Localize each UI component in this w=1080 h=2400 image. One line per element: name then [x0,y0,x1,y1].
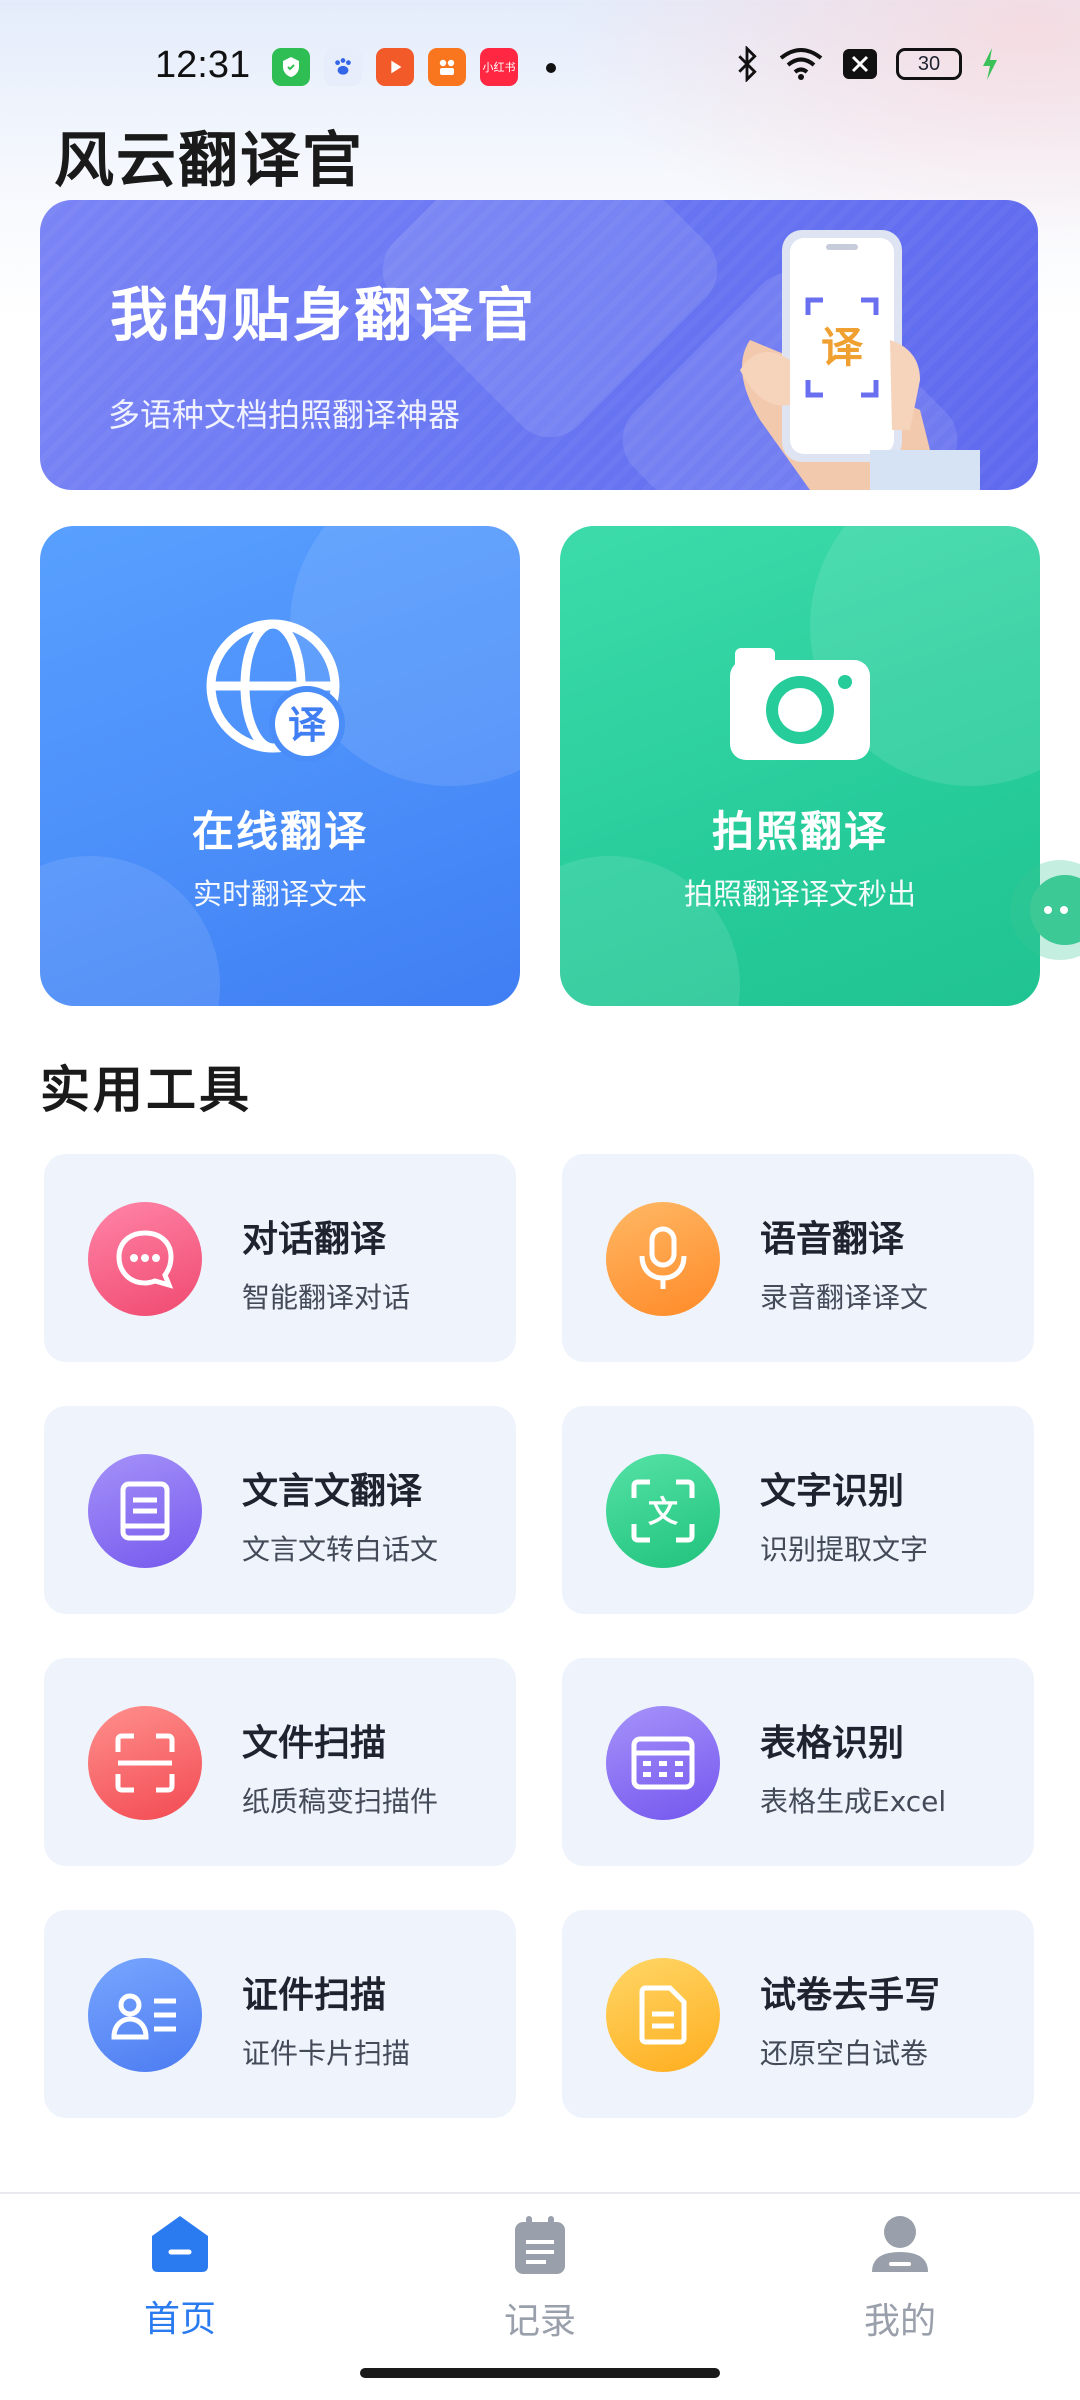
phone-hand-illustration: 译 [740,230,980,490]
nav-item-home[interactable]: 首页 [80,2214,280,2342]
online-translate-subtitle: 实时翻译文本 [192,877,367,911]
tool-subtitle: 文言文转白话文 [242,1533,439,1566]
user-icon [872,2216,928,2272]
tool-title: 文件扫描 [242,1723,387,1764]
tool-card-voice-translate[interactable]: 语音翻译 录音翻译译文 [562,1154,1034,1362]
home-indicator [360,2368,720,2378]
status-bar: 12:31 小红书 30 [0,0,1080,130]
tool-card-dialog-translate[interactable]: 对话翻译 智能翻译对话 [44,1154,516,1362]
section-title-tools: 实用工具 [40,1061,252,1119]
tool-subtitle: 证件卡片扫描 [242,2037,411,2070]
notification-app-icon-4 [428,48,466,86]
tool-card-table-recognition[interactable]: 表格识别 表格生成Excel [562,1658,1034,1866]
tool-card-id-scan[interactable]: 证件扫描 证件卡片扫描 [44,1910,516,2118]
photo-translate-subtitle: 拍照翻译译文秒出 [683,877,916,911]
battery-indicator: 30 [896,48,962,80]
paw-icon [335,58,351,75]
notification-app-icon-3 [376,48,414,86]
more-dots-icon [1030,875,1080,945]
more-notifications-dot [546,63,556,73]
sim-disabled-icon [843,49,877,79]
id-card-icon [88,1958,202,2072]
tool-card-document-scan[interactable]: 文件扫描 纸质稿变扫描件 [44,1658,516,1866]
charging-icon [983,48,997,80]
tool-subtitle: 纸质稿变扫描件 [242,1785,439,1818]
status-indicators: 30 [734,46,1000,82]
tool-title: 试卷去手写 [760,1975,941,2016]
chat-bubble-icon [88,1202,202,1316]
kuaishou-icon [439,59,455,75]
translate-badge-glyph: 译 [288,703,327,747]
nav-item-profile[interactable]: 我的 [800,2214,1000,2344]
tool-title: 文言文翻译 [242,1471,423,1512]
microphone-icon [606,1202,720,1316]
photo-translate-title: 拍照翻译 [711,807,888,856]
paper-icon [606,1958,720,2072]
xiaohongshu-icon: 小红书 [482,61,516,74]
promo-banner[interactable]: 我的贴身翻译官 多语种文档拍照翻译神器 译 [40,200,1038,490]
banner-subtitle: 多语种文档拍照翻译神器 [108,396,461,434]
globe-translate-icon: 译 [205,618,355,772]
tool-title: 语音翻译 [760,1219,905,1260]
tool-title: 表格识别 [760,1723,905,1764]
nav-label: 首页 [143,2299,216,2340]
tool-card-classical-chinese[interactable]: 文言文翻译 文言文转白话文 [44,1406,516,1614]
tool-title: 文字识别 [760,1471,905,1512]
phone-translate-glyph: 译 [821,323,864,372]
bluetooth-icon [738,46,757,82]
nav-label: 我的 [863,2301,936,2342]
notification-app-icon-5: 小红书 [480,48,518,86]
photo-translate-card[interactable]: 拍照翻译 拍照翻译译文秒出 [560,526,1040,1006]
tool-card-text-recognition[interactable]: 文 文字识别 识别提取文字 [562,1406,1034,1614]
home-icon [152,2216,208,2272]
text-scan-icon: 文 [606,1454,720,1568]
online-translate-title: 在线翻译 [191,807,368,856]
nav-label: 记录 [503,2301,576,2342]
tool-title: 证件扫描 [242,1975,387,2016]
tool-subtitle: 识别提取文字 [760,1533,929,1566]
wifi-icon [779,48,823,80]
tool-subtitle: 录音翻译译文 [760,1281,929,1314]
tool-subtitle: 还原空白试卷 [760,2037,929,2070]
tool-card-erase-handwriting[interactable]: 试卷去手写 还原空白试卷 [562,1910,1034,2118]
nav-item-records[interactable]: 记录 [440,2214,640,2344]
camera-icon [725,636,875,770]
online-translate-card[interactable]: 译 在线翻译 实时翻译文本 [40,526,520,1006]
app-title: 风云翻译官 [54,126,364,196]
tool-title: 对话翻译 [242,1219,387,1260]
shield-icon [283,57,299,77]
tool-subtitle: 表格生成Excel [760,1785,947,1818]
clipboard-icon [515,2216,565,2274]
book-icon [88,1454,202,1568]
notification-app-icon-1 [272,48,310,86]
tool-subtitle: 智能翻译对话 [242,1281,411,1314]
banner-title: 我的贴身翻译官 [110,281,538,349]
table-icon [606,1706,720,1820]
document-scan-icon [88,1706,202,1820]
play-icon [391,60,402,74]
notification-app-icon-2 [324,48,362,86]
status-time: 12:31 [155,44,251,86]
text-scan-glyph: 文 [648,1495,678,1530]
